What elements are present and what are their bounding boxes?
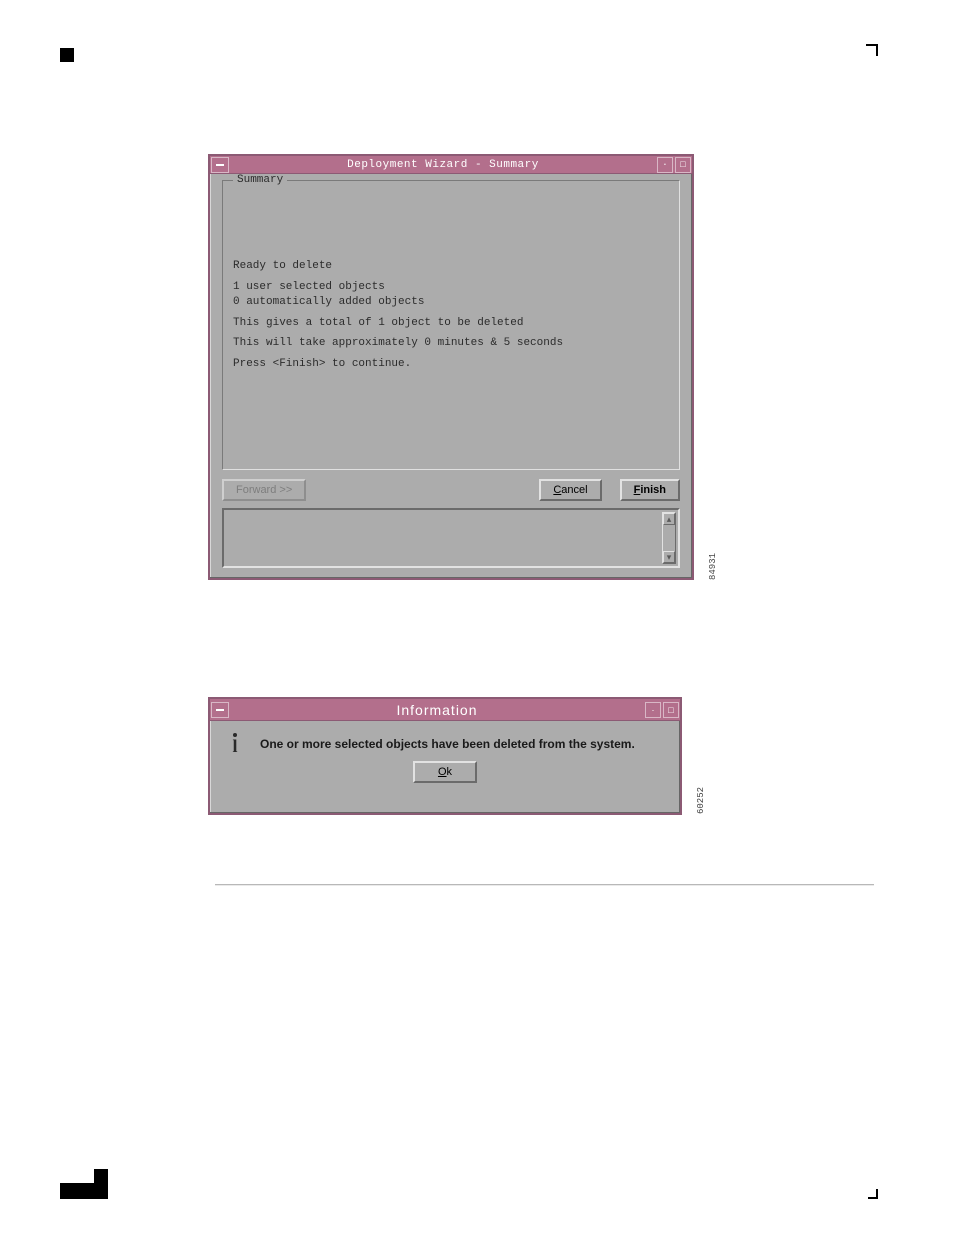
window-menu-icon[interactable] <box>211 157 229 173</box>
summary-legend: Summary <box>233 174 287 186</box>
finish-button[interactable]: Finish <box>620 479 680 501</box>
info-titlebar[interactable]: Information · □ <box>210 699 680 721</box>
minimize-icon[interactable]: · <box>657 157 673 173</box>
information-dialog: Information · □ l One or more selected o… <box>208 697 682 815</box>
page-corner-marker <box>60 1183 108 1199</box>
wizard-output-console: ▴ ▾ <box>222 508 680 568</box>
maximize-icon[interactable]: □ <box>663 702 679 718</box>
finish-label-rest: inish <box>640 484 666 496</box>
scroll-up-icon[interactable]: ▴ <box>663 513 675 525</box>
page-corner-marker <box>60 48 74 62</box>
finish-mnemonic: F <box>634 484 641 496</box>
page-corner-marker <box>94 1169 108 1183</box>
page: Deployment Wizard - Summary · □ Summary … <box>0 0 954 1235</box>
cancel-mnemonic: C <box>553 484 561 496</box>
cancel-button[interactable]: Cancel <box>539 479 601 501</box>
wizard-button-row: Forward >> Cancel Finish <box>222 476 680 504</box>
minimize-icon[interactable]: · <box>645 702 661 718</box>
summary-line-total: This gives a total of 1 object to be del… <box>233 316 669 331</box>
figure-id-wizard: 84931 <box>708 553 718 580</box>
summary-line-duration: This will take approximately 0 minutes &… <box>233 336 669 351</box>
summary-line-ready: Ready to delete <box>233 259 669 274</box>
wizard-title: Deployment Wizard - Summary <box>230 159 656 171</box>
wizard-titlebar[interactable]: Deployment Wizard - Summary · □ <box>210 156 692 174</box>
summary-line-user-selected: 1 user selected objects <box>233 280 669 295</box>
info-message: One or more selected objects have been d… <box>260 737 635 751</box>
summary-line-press-finish: Press <Finish> to continue. <box>233 357 669 372</box>
info-body: l One or more selected objects have been… <box>210 721 680 761</box>
scrollbar[interactable]: ▴ ▾ <box>662 512 676 564</box>
summary-body: Ready to delete 1 user selected objects … <box>233 259 669 372</box>
summary-frame: Summary Ready to delete 1 user selected … <box>222 180 680 470</box>
summary-line-auto-added: 0 automatically added objects <box>233 295 669 310</box>
forward-button-label: Forward >> <box>236 484 292 496</box>
ok-label-rest: k <box>447 766 453 778</box>
page-corner-marker <box>868 1189 878 1199</box>
scroll-down-icon[interactable]: ▾ <box>663 551 675 563</box>
page-corner-marker <box>866 44 878 56</box>
info-button-row: Ok <box>210 761 680 791</box>
info-title: Information <box>230 702 644 718</box>
maximize-icon[interactable]: □ <box>675 157 691 173</box>
deployment-wizard-window: Deployment Wizard - Summary · □ Summary … <box>208 154 694 580</box>
section-divider <box>215 884 874 886</box>
window-menu-icon[interactable] <box>211 702 229 718</box>
information-icon: l <box>224 733 246 755</box>
forward-button: Forward >> <box>222 479 306 501</box>
figure-id-info: 60252 <box>696 787 706 814</box>
cancel-label-rest: ancel <box>561 484 587 496</box>
ok-button[interactable]: Ok <box>413 761 477 783</box>
ok-mnemonic: O <box>438 766 447 778</box>
